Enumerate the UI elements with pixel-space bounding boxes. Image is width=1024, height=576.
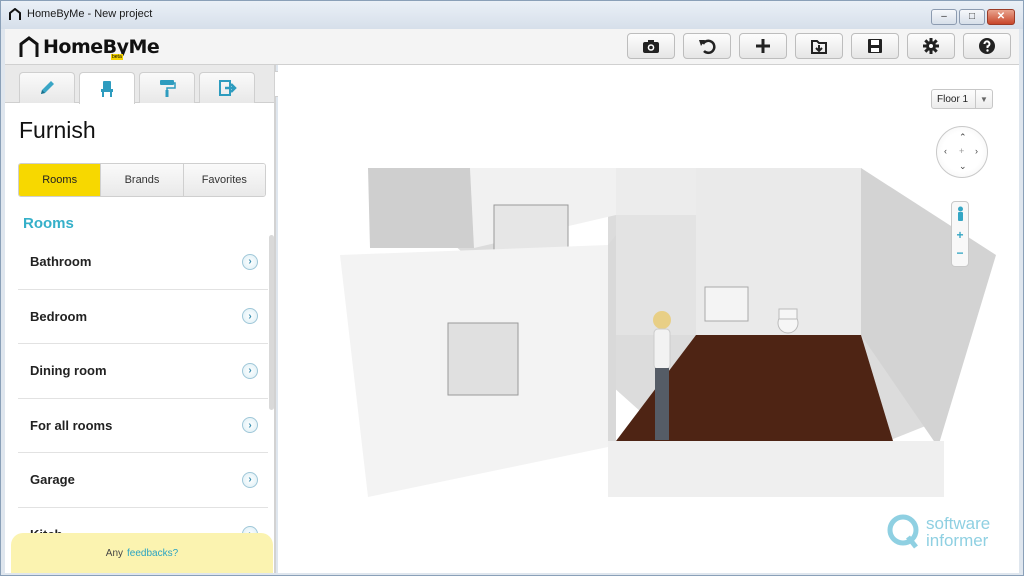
- sidebar-tabs: [5, 65, 274, 104]
- save-button[interactable]: [851, 33, 899, 59]
- category-segmented-control: Rooms Brands Favorites: [18, 163, 266, 197]
- minimize-button[interactable]: –: [931, 9, 957, 25]
- segment-rooms[interactable]: Rooms: [19, 164, 102, 196]
- app-header: HomeByMe beta: [5, 29, 1019, 65]
- close-button[interactable]: ✕: [987, 9, 1015, 25]
- window: [447, 322, 519, 396]
- zoom-in-button[interactable]: +: [952, 228, 968, 242]
- nav-left-arrow-icon[interactable]: ‹: [944, 146, 947, 156]
- section-title: Rooms: [23, 215, 74, 232]
- application-window: HomeByMe - New project – □ ✕ HomeByMe be…: [0, 0, 1024, 576]
- help-icon: [979, 38, 995, 54]
- nav-up-arrow-icon[interactable]: ⌃: [959, 132, 967, 143]
- segment-brands[interactable]: Brands: [101, 164, 184, 196]
- list-item[interactable]: Bathroom ›: [18, 235, 268, 290]
- floor-selector[interactable]: Floor 1 ▼: [931, 89, 993, 109]
- plus-icon: [756, 39, 770, 53]
- watermark-line2: informer: [926, 531, 989, 550]
- add-button[interactable]: [739, 33, 787, 59]
- feedback-prefix: Any: [105, 547, 124, 559]
- chevron-right-icon: ›: [242, 253, 258, 270]
- tab-draw[interactable]: [19, 72, 75, 103]
- feedback-bar: Any feedbacks?: [11, 533, 273, 573]
- list-item-label: Bedroom: [30, 308, 88, 324]
- software-informer-watermark: software informer: [886, 513, 990, 551]
- toilet-tank: [778, 308, 798, 320]
- list-item[interactable]: Bedroom ›: [18, 290, 268, 344]
- list-item-label: Bathroom: [30, 254, 92, 270]
- app-logo: HomeByMe beta: [19, 34, 160, 60]
- floor-selector-value: Floor 1: [937, 93, 969, 105]
- chevron-right-icon: ›: [242, 308, 258, 325]
- main-toolbar: [627, 33, 1011, 59]
- list-item-label: For all rooms: [30, 417, 113, 433]
- nav-center-icon[interactable]: +: [959, 146, 964, 156]
- tab-export[interactable]: [199, 72, 255, 103]
- import-button[interactable]: [795, 33, 843, 59]
- door: [493, 204, 569, 251]
- chevron-right-icon: ›: [242, 362, 258, 379]
- room-list: Bathroom › Bedroom › Dining room › For a…: [18, 235, 268, 562]
- screenshot-button[interactable]: [627, 33, 675, 59]
- list-item-label: Dining room: [30, 363, 107, 379]
- software-informer-logo-icon: [887, 514, 919, 549]
- room-3d-scene: [340, 168, 996, 497]
- gear-icon: [923, 38, 939, 54]
- paint-roller-icon: [160, 80, 176, 97]
- list-item-label: Garage: [30, 472, 75, 488]
- list-scrollbar[interactable]: [269, 235, 274, 410]
- feedback-link[interactable]: feedbacks?: [127, 548, 178, 559]
- save-icon: [868, 39, 882, 53]
- 3d-viewport[interactable]: Floor 1 ▼ ⌃ ⌄ ‹ › + + − software informe…: [278, 65, 1019, 573]
- back-wall-hall: [616, 168, 696, 215]
- human-figure-head: [653, 311, 671, 329]
- undo-icon: [699, 39, 716, 55]
- human-figure-torso: [653, 328, 671, 370]
- sink-cabinet: [704, 286, 749, 322]
- person-view-icon[interactable]: [956, 206, 965, 222]
- maximize-button[interactable]: □: [959, 9, 985, 25]
- help-button[interactable]: [963, 33, 1011, 59]
- list-item[interactable]: Dining room ›: [18, 344, 268, 399]
- front-wall-edge: [608, 235, 616, 447]
- logo-text: HomeByMe: [43, 36, 160, 58]
- nav-down-arrow-icon[interactable]: ⌄: [959, 161, 967, 172]
- title-bar: HomeByMe - New project – □ ✕: [1, 1, 1023, 29]
- tab-furnish[interactable]: [79, 72, 135, 104]
- beta-badge: beta: [111, 54, 123, 60]
- human-figure-legs: [655, 368, 669, 440]
- nav-right-arrow-icon[interactable]: ›: [975, 146, 978, 156]
- pencil-icon: [41, 81, 54, 94]
- chevron-down-icon: ▼: [975, 90, 992, 108]
- watermark-line1: software: [926, 514, 991, 533]
- chevron-right-icon: ›: [242, 471, 258, 488]
- chevron-right-icon: ›: [242, 417, 258, 434]
- tab-decorate[interactable]: [139, 72, 195, 103]
- segment-favorites[interactable]: Favorites: [183, 164, 265, 196]
- list-item[interactable]: For all rooms ›: [18, 399, 268, 453]
- export-icon: [219, 80, 237, 96]
- home-logo-icon: [9, 8, 21, 20]
- front-low-wall: [608, 441, 944, 497]
- import-icon: [811, 40, 827, 54]
- zoom-out-button[interactable]: −: [952, 246, 968, 260]
- camera-navigation-pad[interactable]: ⌃ ⌄ ‹ › +: [936, 126, 988, 178]
- chair-icon: [101, 80, 113, 97]
- zoom-control: + −: [951, 201, 969, 267]
- window-title: HomeByMe - New project: [27, 8, 153, 20]
- list-item[interactable]: Garage ›: [18, 453, 268, 508]
- camera-icon: [643, 40, 659, 53]
- settings-button[interactable]: [907, 33, 955, 59]
- home-logo-icon: [19, 36, 39, 57]
- back-wall-left: [368, 168, 474, 248]
- panel-title: Furnish: [19, 117, 96, 143]
- furnish-panel: Furnish Rooms Brands Favorites Rooms Bat…: [5, 65, 276, 573]
- undo-button[interactable]: [683, 33, 731, 59]
